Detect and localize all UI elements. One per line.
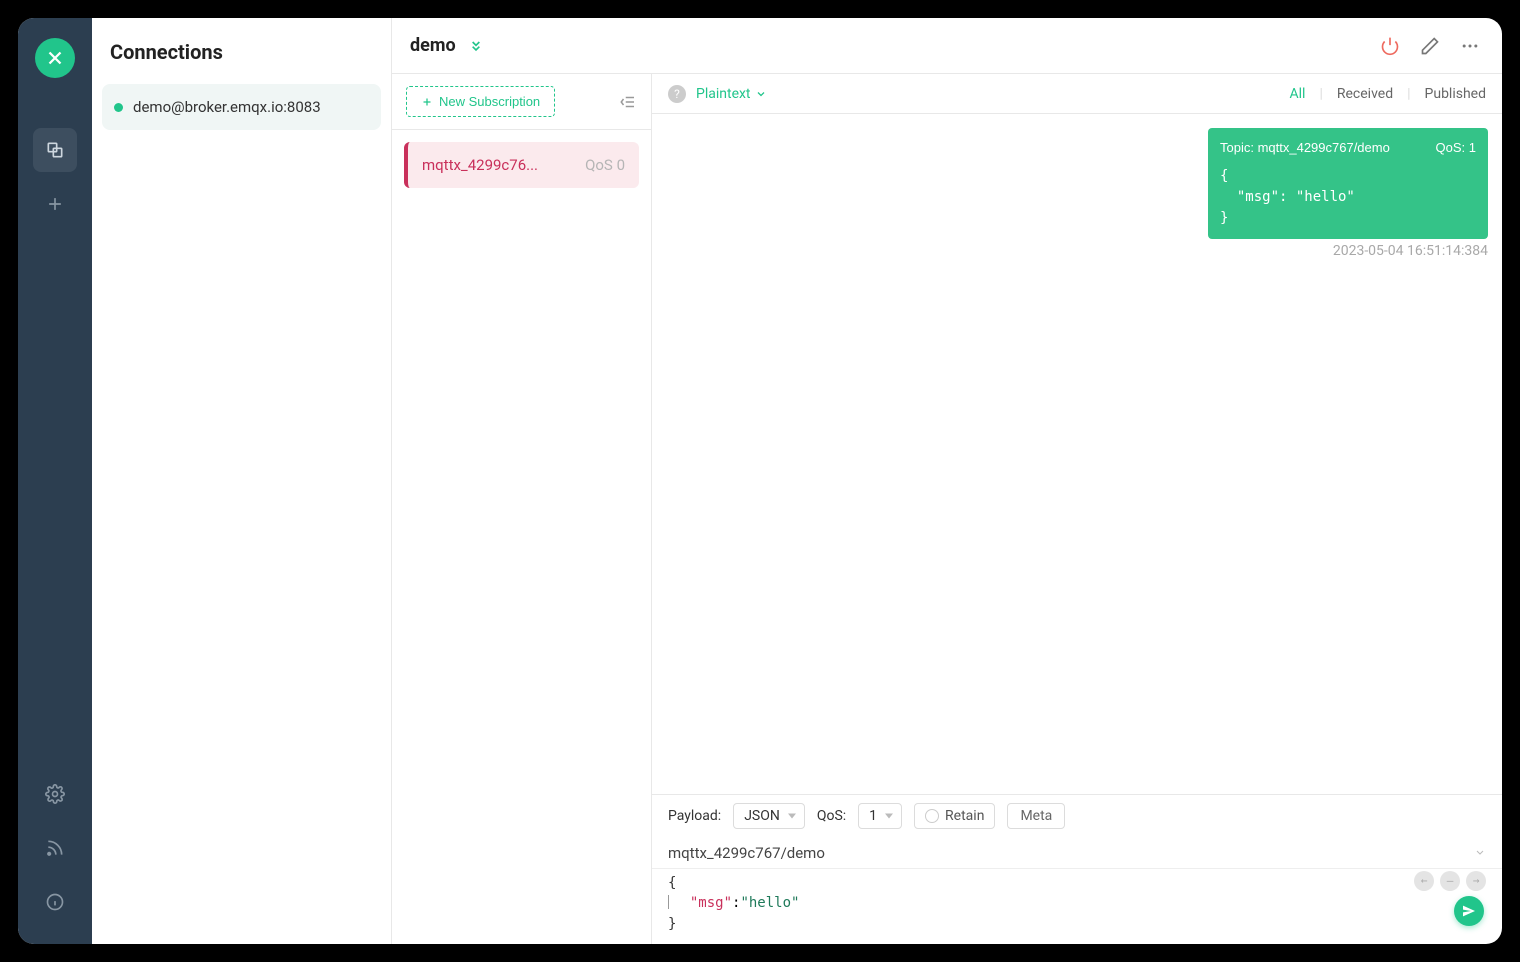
send-button[interactable]	[1454, 896, 1484, 926]
main-column: ? Plaintext All | Received | Published	[652, 74, 1502, 944]
new-subscription-label: New Subscription	[439, 94, 540, 109]
meta-button[interactable]: Meta	[1007, 803, 1065, 829]
subscriptions-panel: New Subscription mqttx_4299c76... QoS 0	[392, 74, 652, 944]
message-bubble: Topic: mqttx_4299c767/demo QoS: 1 { "msg…	[1208, 128, 1488, 239]
message-payload-line: {	[1220, 166, 1476, 187]
more-icon[interactable]	[1456, 32, 1484, 60]
history-prev-icon[interactable]: ←	[1414, 871, 1434, 891]
connection-name: demo	[410, 35, 456, 56]
subscription-item[interactable]: mqttx_4299c76... QoS 0	[404, 142, 639, 188]
publish-payload-editor[interactable]: ← – → { "msg" : "hello" }	[652, 869, 1502, 944]
message-filter-tabs: All | Received | Published	[1290, 86, 1487, 102]
publish-topic-input[interactable]: mqttx_4299c767/demo	[668, 844, 825, 862]
message-filter-row: ? Plaintext All | Received | Published	[652, 74, 1502, 114]
retain-toggle[interactable]: Retain	[914, 803, 995, 829]
detail-area: demo New Subscription	[392, 18, 1502, 944]
new-subscription-button[interactable]: New Subscription	[406, 86, 555, 117]
message-list: Topic: mqttx_4299c767/demo QoS: 1 { "msg…	[652, 114, 1502, 794]
payload-format-selector[interactable]: Plaintext	[696, 86, 767, 102]
help-icon[interactable]: ?	[668, 85, 686, 103]
status-online-icon	[114, 103, 123, 112]
filter-tab-all[interactable]: All	[1290, 86, 1306, 102]
qos-label: QoS:	[817, 808, 846, 824]
nav-settings-icon[interactable]	[33, 772, 77, 816]
filter-tab-published[interactable]: Published	[1425, 86, 1486, 102]
radio-icon	[925, 809, 939, 823]
disconnect-icon[interactable]	[1376, 32, 1404, 60]
message-qos: QoS: 1	[1436, 138, 1476, 158]
connection-item[interactable]: demo@broker.emqx.io:8083	[102, 84, 381, 130]
subscription-topic: mqttx_4299c76...	[422, 156, 577, 174]
message-payload-line: }	[1220, 208, 1476, 229]
qos-select[interactable]: 1	[858, 803, 902, 829]
text-cursor	[668, 895, 669, 909]
payload-format-select[interactable]: JSON	[733, 803, 805, 829]
payload-format-label: Plaintext	[696, 86, 751, 102]
app-logo	[35, 38, 75, 78]
publish-panel: Payload: JSON QoS: 1 Retain Meta mqttx_4…	[652, 794, 1502, 944]
subscriptions-toolbar: New Subscription	[392, 74, 651, 130]
connections-panel: Connections demo@broker.emqx.io:8083	[92, 18, 392, 944]
expand-down-icon[interactable]	[468, 38, 484, 54]
history-clear-icon[interactable]: –	[1440, 871, 1460, 891]
nav-feed-icon[interactable]	[33, 826, 77, 870]
detail-header: demo	[392, 18, 1502, 74]
chevron-down-icon[interactable]	[1474, 843, 1486, 862]
subscription-qos: QoS 0	[585, 156, 625, 174]
message-timestamp: 2023-05-04 16:51:14:384	[1208, 243, 1488, 259]
message-payload-line: "msg": "hello"	[1220, 187, 1476, 208]
filter-tab-received[interactable]: Received	[1337, 86, 1393, 102]
publish-options-row: Payload: JSON QoS: 1 Retain Meta	[652, 795, 1502, 837]
message-item: Topic: mqttx_4299c767/demo QoS: 1 { "msg…	[1208, 128, 1488, 259]
nav-add-icon[interactable]	[33, 182, 77, 226]
message-topic: Topic: mqttx_4299c767/demo	[1220, 138, 1390, 158]
nav-connections-icon[interactable]	[33, 128, 77, 172]
retain-label: Retain	[945, 808, 984, 824]
history-next-icon[interactable]: →	[1466, 871, 1486, 891]
connections-title: Connections	[92, 18, 391, 84]
collapse-subs-icon[interactable]	[619, 93, 637, 111]
connection-label: demo@broker.emqx.io:8083	[133, 98, 321, 116]
publish-topic-row: mqttx_4299c767/demo	[652, 837, 1502, 869]
payload-label: Payload:	[668, 808, 721, 824]
edit-icon[interactable]	[1416, 32, 1444, 60]
nav-info-icon[interactable]	[33, 880, 77, 924]
nav-iconbar	[18, 18, 92, 944]
